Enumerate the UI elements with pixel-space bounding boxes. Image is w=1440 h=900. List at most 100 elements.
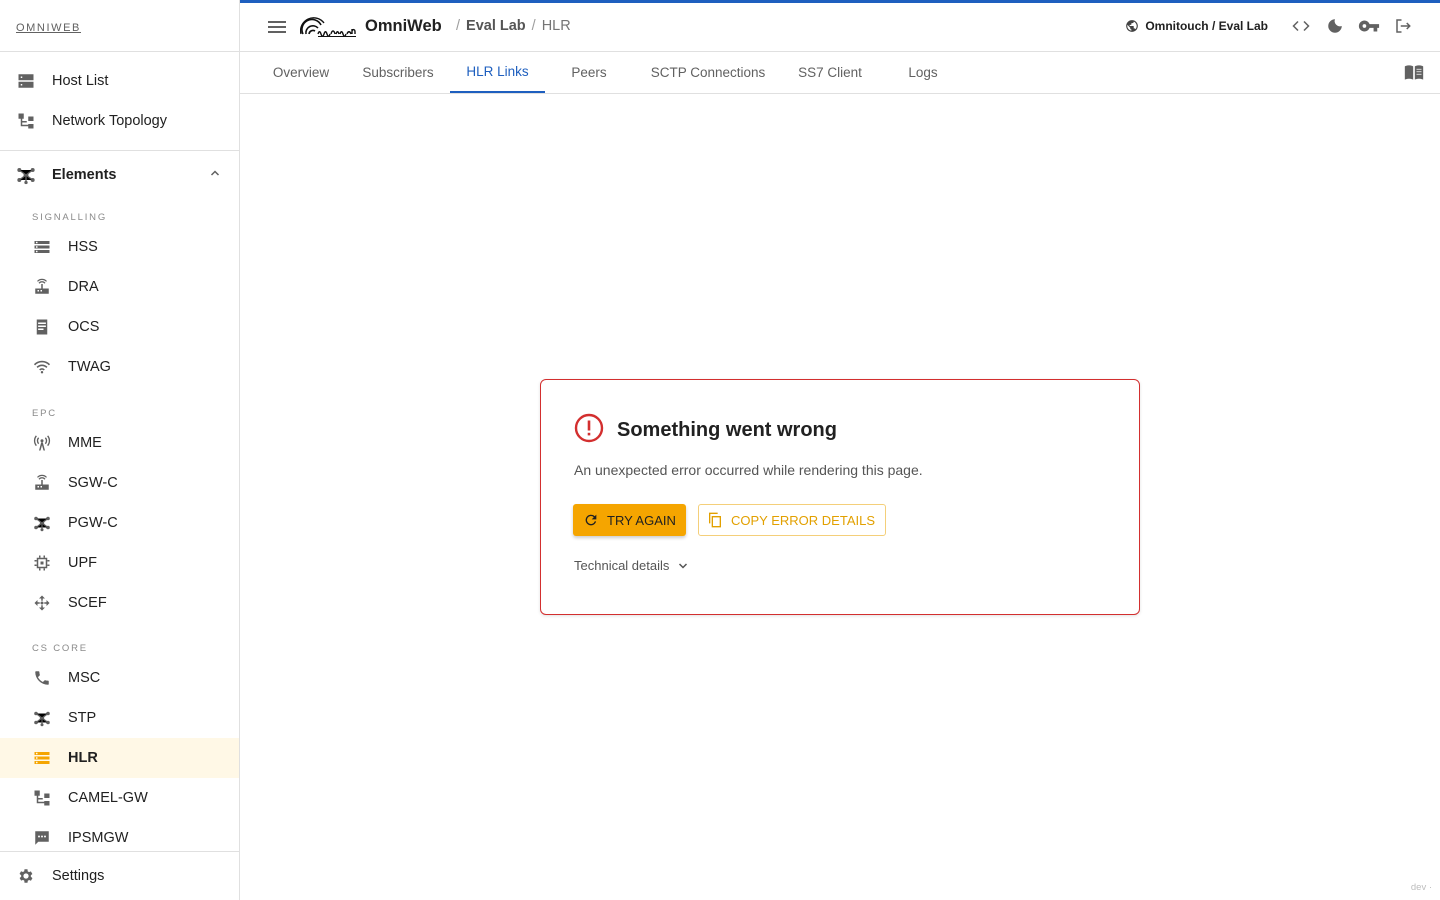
- sidebar-item-label: MSC: [68, 670, 101, 686]
- elements-label: Elements: [52, 167, 117, 183]
- error-icon: [574, 413, 604, 448]
- chevron-down-icon: [679, 562, 688, 569]
- sidebar-item-settings[interactable]: Settings: [0, 851, 239, 900]
- tab-peers[interactable]: Peers: [550, 52, 628, 93]
- header-actions: Omnitouch / Eval Lab: [1125, 15, 1414, 37]
- org-label: Omnitouch / Eval Lab: [1145, 19, 1268, 33]
- router-icon: [32, 473, 52, 493]
- breadcrumb-separator: /: [456, 18, 461, 34]
- sidebar-item-network-topology[interactable]: Network Topology: [0, 101, 239, 141]
- host-list-icon: [16, 71, 36, 91]
- network-topology-icon: [32, 788, 52, 808]
- main-content: Something went wrong An unexpected error…: [240, 94, 1440, 900]
- sidebar-section-elements[interactable]: Elements: [0, 151, 239, 199]
- group-label-cs-core: CS CORE: [32, 643, 88, 654]
- move-arrows-icon: [32, 593, 52, 613]
- phone-icon: [32, 668, 52, 688]
- menu-book-icon[interactable]: [1404, 64, 1424, 82]
- sidebar-item-label: SGW-C: [68, 475, 118, 491]
- breadcrumb-separator: /: [531, 18, 536, 34]
- try-again-button[interactable]: TRY AGAIN: [573, 504, 686, 536]
- hub-icon: [32, 708, 52, 728]
- gear-icon: [16, 866, 36, 886]
- group-label-epc: EPC: [32, 408, 57, 419]
- wifi-icon: [32, 357, 52, 377]
- app-root: OMNIWEB Host List Network Topology Eleme…: [0, 0, 1440, 900]
- environment-label: dev ·: [1410, 882, 1432, 893]
- technical-details-label: Technical details: [574, 558, 670, 573]
- hub-icon: [16, 165, 36, 185]
- sidebar-item-hss[interactable]: HSS: [0, 227, 239, 267]
- sidebar-item-label: HLR: [68, 750, 98, 766]
- tab-ss7-client[interactable]: SS7 Client: [788, 52, 872, 93]
- group-label-signalling: SIGNALLING: [32, 212, 108, 223]
- chevron-up-icon: [209, 167, 221, 183]
- error-message: An unexpected error occurred while rende…: [574, 462, 923, 478]
- network-topology-icon: [16, 111, 36, 131]
- globe-icon: [1126, 20, 1139, 32]
- storage-icon: [32, 748, 52, 768]
- sidebar-item-sgw-c[interactable]: SGW-C: [0, 463, 239, 503]
- copy-icon: [709, 512, 721, 528]
- storage-icon: [32, 237, 52, 257]
- code-icon[interactable]: [1290, 15, 1312, 37]
- copy-error-details-button[interactable]: COPY ERROR DETAILS: [698, 504, 886, 536]
- error-card: Something went wrong An unexpected error…: [540, 379, 1140, 615]
- receipt-icon: [32, 317, 52, 337]
- tab-bar: Overview Subscribers HLR Links Peers SCT…: [240, 52, 1440, 94]
- tab-logs[interactable]: Logs: [890, 52, 956, 93]
- error-header: Something went wrong: [574, 413, 837, 448]
- sidebar-item-mme[interactable]: MME: [0, 423, 239, 463]
- sidebar-item-label: IPSMGW: [68, 830, 129, 846]
- sidebar-item-label: DRA: [68, 279, 99, 295]
- logout-icon[interactable]: [1392, 15, 1414, 37]
- hub-icon: [32, 513, 52, 533]
- sidebar-item-camel-gw[interactable]: CAMEL-GW: [0, 778, 239, 818]
- tab-sctp-connections[interactable]: SCTP Connections: [640, 52, 776, 93]
- sidebar-item-stp[interactable]: STP: [0, 698, 239, 738]
- sidebar-item-label: CAMEL-GW: [68, 790, 148, 806]
- refresh-icon: [585, 514, 597, 526]
- sidebar-item-host-list[interactable]: Host List: [0, 61, 239, 101]
- sidebar-item-label: HSS: [68, 239, 98, 255]
- settings-label: Settings: [52, 868, 105, 884]
- sms-icon: [32, 828, 52, 848]
- sidebar-item-msc[interactable]: MSC: [0, 658, 239, 698]
- org-selector[interactable]: Omnitouch / Eval Lab: [1125, 19, 1268, 33]
- hamburger-menu-icon[interactable]: [266, 17, 288, 37]
- sidebar-item-hlr[interactable]: HLR: [0, 738, 239, 778]
- sidebar-item-pgw-c[interactable]: PGW-C: [0, 503, 239, 543]
- sidebar-top-nav: Host List Network Topology: [0, 52, 239, 141]
- sidebar-item-label: SCEF: [68, 595, 107, 611]
- sidebar-item-upf[interactable]: UPF: [0, 543, 239, 583]
- omnitouch-logo-icon: [299, 12, 358, 40]
- try-again-label: TRY AGAIN: [607, 512, 676, 528]
- sidebar-item-dra[interactable]: DRA: [0, 267, 239, 307]
- sidebar-item-label: Host List: [52, 73, 109, 89]
- sidebar-item-label: PGW-C: [68, 515, 118, 531]
- sidebar: OMNIWEB Host List Network Topology Eleme…: [0, 0, 240, 900]
- dark-mode-icon[interactable]: [1324, 15, 1346, 37]
- router-icon: [32, 277, 52, 297]
- sidebar-item-twag[interactable]: TWAG: [0, 347, 239, 387]
- sidebar-item-ocs[interactable]: OCS: [0, 307, 239, 347]
- sidebar-brand: OMNIWEB: [0, 0, 239, 52]
- tab-overview[interactable]: Overview: [262, 52, 340, 93]
- tab-subscribers[interactable]: Subscribers: [350, 52, 446, 93]
- sidebar-item-label: UPF: [68, 555, 97, 571]
- antenna-icon: [32, 433, 52, 453]
- breadcrumb-item-hlr: HLR: [541, 18, 571, 34]
- sidebar-item-label: MME: [68, 435, 102, 451]
- error-title: Something went wrong: [617, 419, 837, 441]
- tab-hlr-links[interactable]: HLR Links: [450, 52, 545, 93]
- technical-details-toggle[interactable]: Technical details: [574, 558, 689, 573]
- sidebar-item-scef[interactable]: SCEF: [0, 583, 239, 623]
- app-name: OmniWeb: [365, 17, 442, 35]
- breadcrumb: / Eval Lab / HLR: [456, 18, 571, 34]
- breadcrumb-item-eval-lab[interactable]: Eval Lab: [466, 18, 526, 34]
- sidebar-item-label: STP: [68, 710, 97, 726]
- top-header: OmniWeb / Eval Lab / HLR Omnitouch / Eva…: [240, 0, 1440, 52]
- key-icon[interactable]: [1358, 15, 1380, 37]
- sidebar-item-label: OCS: [68, 319, 100, 335]
- brand-link[interactable]: OMNIWEB: [16, 22, 81, 34]
